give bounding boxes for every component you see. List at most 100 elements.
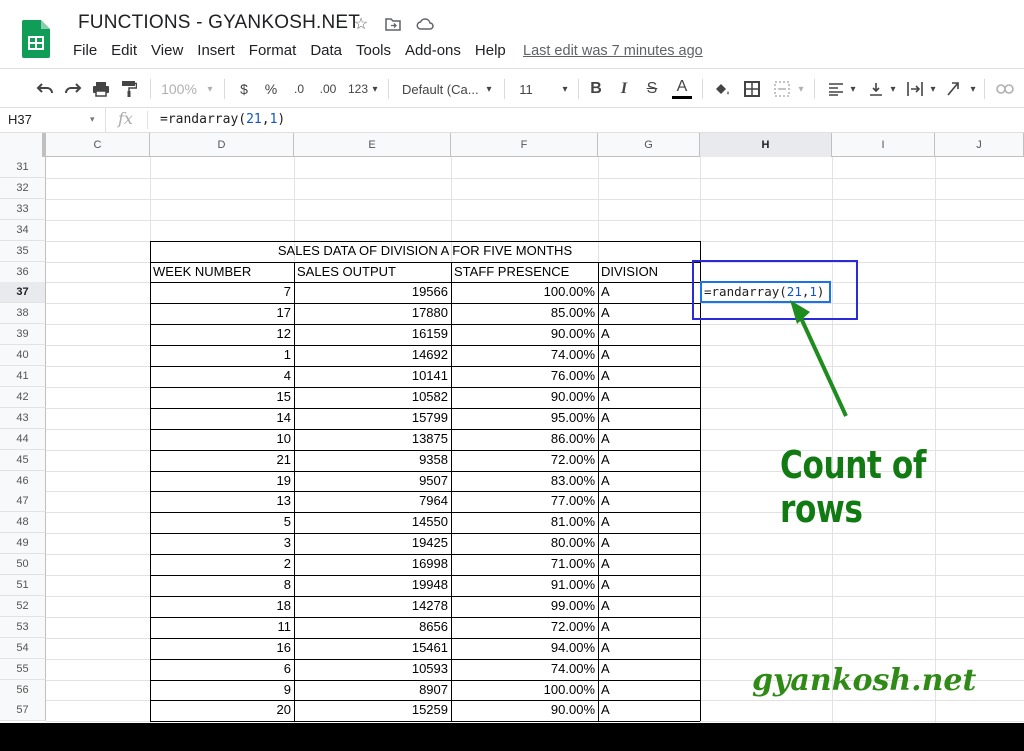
table-cell[interactable]: A <box>598 554 700 575</box>
italic-button[interactable]: I <box>616 77 632 101</box>
chevron-down-icon[interactable]: ▾ <box>484 77 494 101</box>
chevron-down-icon[interactable]: ▾ <box>204 77 216 101</box>
table-cell[interactable]: 16 <box>150 638 294 659</box>
table-cell[interactable]: 10141 <box>294 366 451 387</box>
row-header[interactable]: 53 <box>0 616 46 638</box>
row-header[interactable]: 52 <box>0 595 46 617</box>
table-cell[interactable]: 90.00% <box>451 387 598 408</box>
chevron-down-icon[interactable]: ▾ <box>90 114 95 125</box>
table-cell[interactable]: 74.00% <box>451 659 598 680</box>
print-icon[interactable] <box>90 77 112 101</box>
cloud-saved-icon[interactable] <box>414 13 436 35</box>
table-cell[interactable]: 10582 <box>294 387 451 408</box>
table-header-cell[interactable]: STAFF PRESENCE <box>451 262 598 283</box>
row-header[interactable]: 39 <box>0 324 46 346</box>
row-header[interactable]: 50 <box>0 554 46 576</box>
table-cell[interactable]: 95.00% <box>451 408 598 429</box>
table-cell[interactable]: 83.00% <box>451 471 598 492</box>
table-cell[interactable]: A <box>598 596 700 617</box>
table-cell[interactable]: 15259 <box>294 700 451 721</box>
chevron-down-icon[interactable]: ▾ <box>848 77 858 101</box>
row-header[interactable]: 31 <box>0 157 46 178</box>
table-cell[interactable]: 74.00% <box>451 345 598 366</box>
menu-insert[interactable]: Insert <box>197 42 243 59</box>
row-header[interactable]: 55 <box>0 658 46 680</box>
table-cell[interactable]: 10593 <box>294 659 451 680</box>
active-cell-h37[interactable]: =randarray(21,1) <box>700 281 831 303</box>
row-header[interactable]: 34 <box>0 219 46 241</box>
menu-view[interactable]: View <box>151 42 191 59</box>
table-cell[interactable]: A <box>598 429 700 450</box>
table-cell[interactable]: 19 <box>150 471 294 492</box>
table-cell[interactable]: 16159 <box>294 324 451 345</box>
table-cell[interactable]: 9 <box>150 680 294 701</box>
table-cell[interactable]: A <box>598 533 700 554</box>
column-header-d[interactable]: D <box>150 133 294 157</box>
row-header[interactable]: 54 <box>0 637 46 659</box>
table-cell[interactable]: A <box>598 366 700 387</box>
move-folder-icon[interactable] <box>382 13 404 35</box>
row-header[interactable]: 46 <box>0 470 46 492</box>
more-formats-button[interactable]: 123 <box>346 77 370 101</box>
text-wrapping-icon[interactable] <box>904 77 926 101</box>
strikethrough-button[interactable]: S <box>644 77 660 101</box>
menu-file[interactable]: File <box>73 42 105 59</box>
table-cell[interactable]: 90.00% <box>451 324 598 345</box>
column-header-h[interactable]: H <box>700 133 832 157</box>
table-cell[interactable]: A <box>598 512 700 533</box>
table-cell[interactable]: 3 <box>150 533 294 554</box>
table-cell[interactable]: 20 <box>150 700 294 721</box>
table-cell[interactable]: 18 <box>150 596 294 617</box>
row-header[interactable]: 35 <box>0 240 46 262</box>
row-header[interactable]: 51 <box>0 575 46 596</box>
column-header-f[interactable]: F <box>451 133 598 157</box>
table-cell[interactable]: 91.00% <box>451 575 598 596</box>
row-header[interactable]: 41 <box>0 366 46 387</box>
table-cell[interactable]: 19948 <box>294 575 451 596</box>
table-cell[interactable]: A <box>598 408 700 429</box>
table-cell[interactable]: 71.00% <box>451 554 598 575</box>
table-cell[interactable]: 10 <box>150 429 294 450</box>
table-cell[interactable]: 7964 <box>294 491 451 512</box>
table-cell[interactable]: A <box>598 387 700 408</box>
table-cell[interactable]: 13 <box>150 491 294 512</box>
undo-icon[interactable] <box>34 77 56 101</box>
table-cell[interactable]: A <box>598 471 700 492</box>
insert-link-icon[interactable] <box>994 77 1016 101</box>
table-cell[interactable]: 72.00% <box>451 617 598 638</box>
table-cell[interactable]: 13875 <box>294 429 451 450</box>
table-cell[interactable]: A <box>598 450 700 471</box>
table-cell[interactable]: 90.00% <box>451 700 598 721</box>
document-title[interactable]: FUNCTIONS - GYANKOSH.NET <box>78 12 360 34</box>
table-cell[interactable]: 14 <box>150 408 294 429</box>
table-cell[interactable]: 2 <box>150 554 294 575</box>
table-cell[interactable]: 8907 <box>294 680 451 701</box>
column-header-i[interactable]: I <box>832 133 935 157</box>
table-cell[interactable]: 5 <box>150 512 294 533</box>
table-header-cell[interactable]: DIVISION <box>598 262 700 283</box>
menu-format[interactable]: Format <box>249 42 305 59</box>
redo-icon[interactable] <box>62 77 84 101</box>
table-cell[interactable]: 76.00% <box>451 366 598 387</box>
increase-decimal-button[interactable]: .00 <box>316 77 340 101</box>
table-cell[interactable]: 94.00% <box>451 638 598 659</box>
format-percent-button[interactable]: % <box>262 77 280 101</box>
table-cell[interactable]: 77.00% <box>451 491 598 512</box>
row-header[interactable]: 40 <box>0 345 46 367</box>
table-cell[interactable]: 9358 <box>294 450 451 471</box>
font-size-select[interactable]: 11 <box>516 77 536 101</box>
table-header-cell[interactable]: WEEK NUMBER <box>150 262 294 283</box>
table-cell[interactable]: 99.00% <box>451 596 598 617</box>
merge-cells-icon[interactable] <box>772 77 792 101</box>
table-cell[interactable]: A <box>598 303 700 324</box>
chevron-down-icon[interactable]: ▾ <box>888 77 898 101</box>
table-cell[interactable]: A <box>598 345 700 366</box>
chevron-down-icon[interactable]: ▾ <box>796 77 806 101</box>
table-cell[interactable]: A <box>598 638 700 659</box>
table-cell[interactable]: 72.00% <box>451 450 598 471</box>
chevron-down-icon[interactable]: ▾ <box>968 77 978 101</box>
star-icon[interactable]: ☆ <box>350 13 372 35</box>
row-header[interactable]: 42 <box>0 386 46 408</box>
chevron-down-icon[interactable]: ▾ <box>370 77 380 101</box>
table-cell[interactable]: 81.00% <box>451 512 598 533</box>
